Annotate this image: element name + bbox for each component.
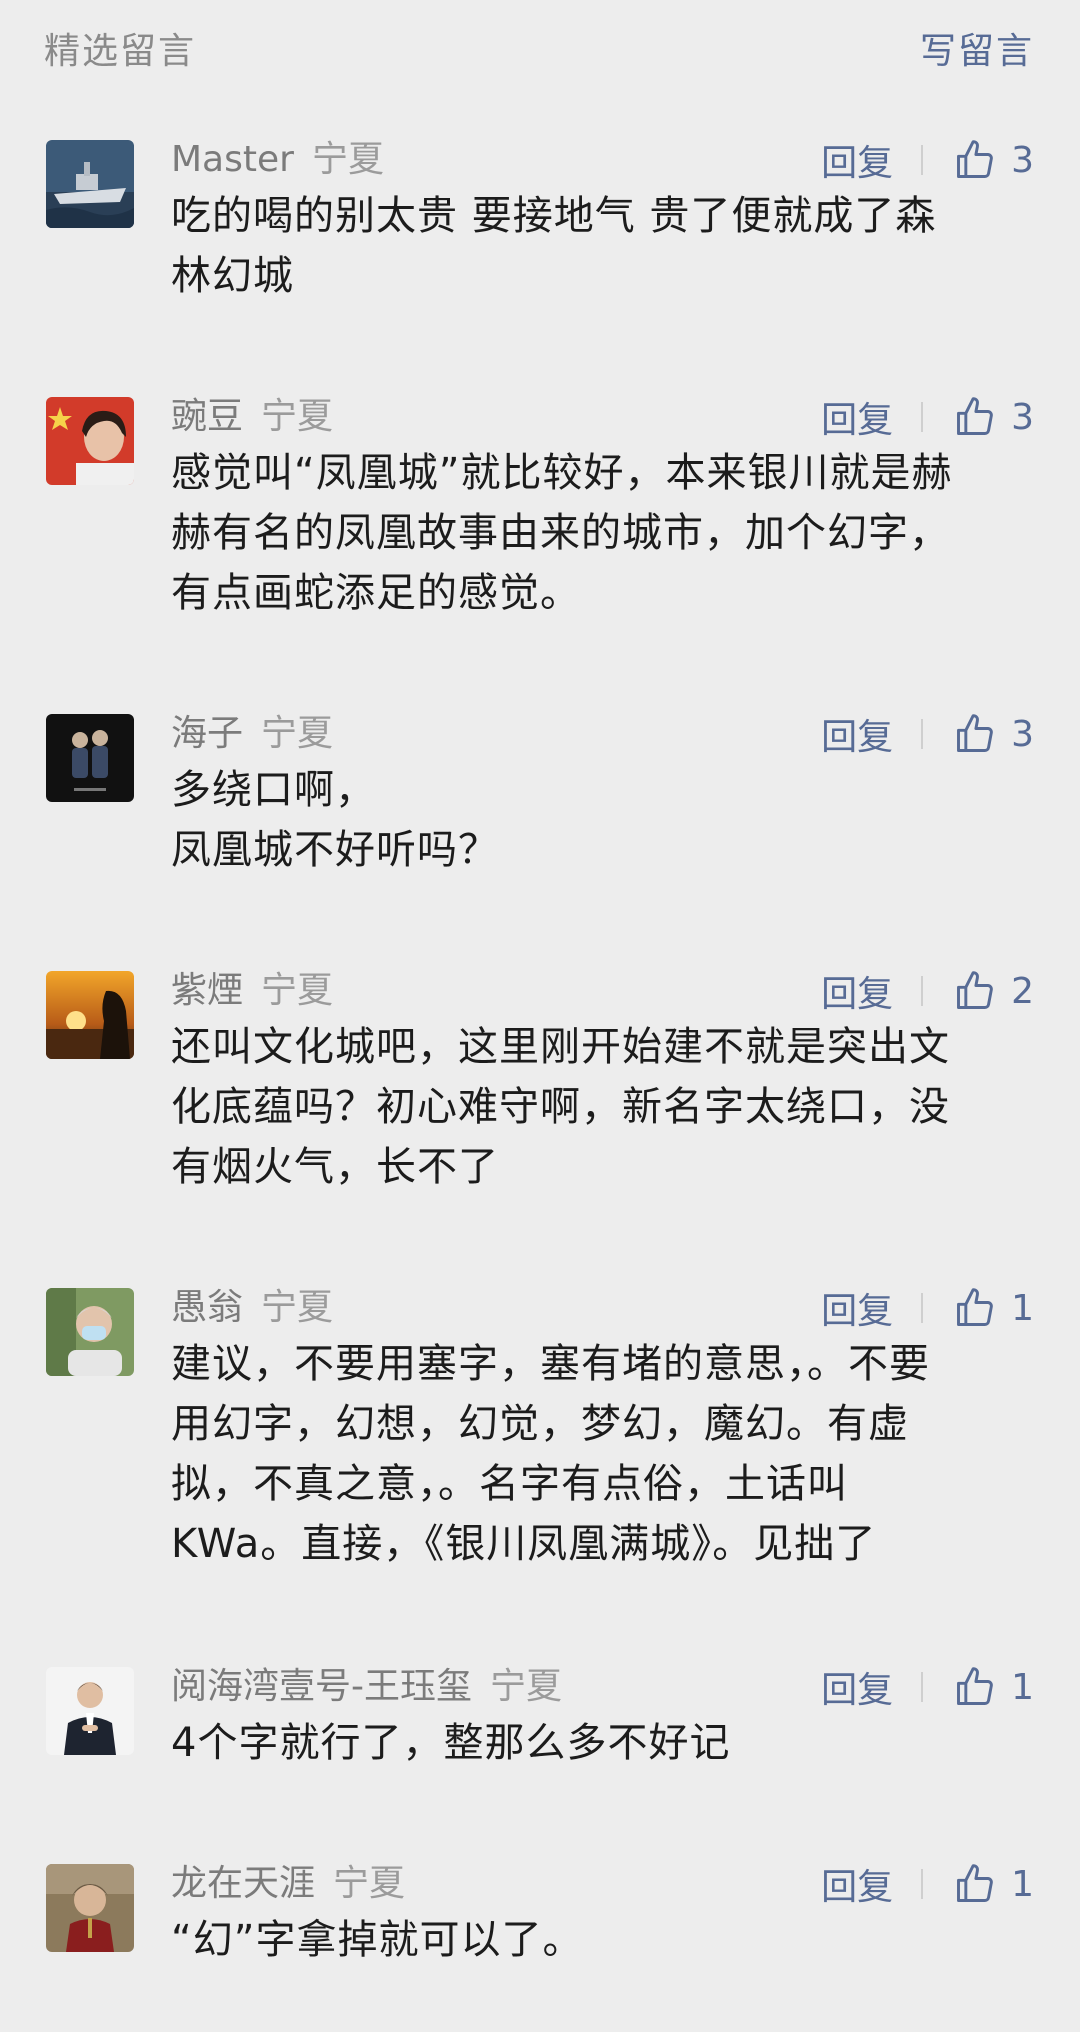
avatar-flag-portrait-image bbox=[46, 397, 134, 485]
like-button[interactable]: 2 bbox=[953, 969, 1034, 1013]
avatar[interactable] bbox=[46, 1864, 134, 1952]
avatar-two-figures-image bbox=[46, 714, 134, 802]
thumbs-up-icon bbox=[957, 397, 993, 435]
avatar[interactable] bbox=[46, 714, 134, 802]
comment-actions: 回复 3 bbox=[821, 134, 1034, 186]
avatar[interactable] bbox=[46, 971, 134, 1059]
like-count: 2 bbox=[1011, 970, 1034, 1012]
like-count: 1 bbox=[1011, 1287, 1034, 1329]
comment-location: 宁夏 bbox=[261, 713, 334, 754]
like-button[interactable]: 3 bbox=[953, 395, 1034, 439]
reply-button[interactable]: 回复 bbox=[821, 1858, 893, 1910]
avatar[interactable] bbox=[46, 397, 134, 485]
avatar[interactable] bbox=[46, 1288, 134, 1376]
comment-location: 宁夏 bbox=[311, 139, 384, 180]
comment-actions: 回复 3 bbox=[821, 391, 1034, 443]
comment-text: 多绕口啊， 凤凰城不好听吗？ bbox=[171, 767, 499, 873]
comment-actions: 回复 1 bbox=[821, 1282, 1034, 1334]
comment-actions: 回复 1 bbox=[821, 1661, 1034, 1713]
divider bbox=[921, 1869, 924, 1899]
avatar-warship-image bbox=[46, 140, 134, 228]
comment-author[interactable]: 龙在天涯 bbox=[171, 1863, 315, 1904]
reply-button[interactable]: 回复 bbox=[821, 965, 893, 1017]
like-button[interactable]: 3 bbox=[953, 712, 1034, 756]
reply-button[interactable]: 回复 bbox=[821, 134, 893, 186]
write-comment-button[interactable]: 写留言 bbox=[920, 22, 1034, 74]
avatar-elder-image bbox=[46, 1864, 134, 1952]
divider bbox=[921, 402, 924, 432]
divider bbox=[921, 976, 924, 1006]
like-count: 3 bbox=[1011, 139, 1034, 181]
divider bbox=[921, 719, 924, 749]
avatar[interactable] bbox=[46, 1667, 134, 1755]
like-button[interactable]: 1 bbox=[953, 1862, 1034, 1906]
thumbs-up-icon bbox=[957, 971, 993, 1009]
comment-meta: Master 宁夏 bbox=[171, 134, 384, 186]
comment-location: 宁夏 bbox=[333, 1863, 406, 1904]
comment-author[interactable]: 豌豆 bbox=[171, 396, 243, 437]
thumbs-up-icon bbox=[957, 140, 993, 178]
comment-author[interactable]: 阅海湾壹号-王珏玺 bbox=[171, 1666, 472, 1707]
avatar-businessman-image bbox=[46, 1667, 134, 1755]
thumbs-up-icon bbox=[957, 1667, 993, 1705]
like-count: 1 bbox=[1011, 1863, 1034, 1905]
thumbs-up-icon bbox=[957, 714, 993, 752]
comment-meta: 海子 宁夏 bbox=[171, 708, 333, 760]
thumbs-up-icon bbox=[957, 1288, 993, 1326]
comment-text: 感觉叫“凤凰城”就比较好，本来银川就是赫 赫有名的凤凰故事由来的城市，加个幻字，… bbox=[171, 450, 953, 616]
comment-location: 宁夏 bbox=[261, 1287, 334, 1328]
divider bbox=[921, 145, 924, 175]
like-count: 3 bbox=[1011, 396, 1034, 438]
comment-author[interactable]: Master bbox=[171, 139, 294, 180]
comments-header: 精选留言 写留言 bbox=[0, 0, 1080, 90]
thumbs-up-icon bbox=[957, 1864, 993, 1902]
reply-button[interactable]: 回复 bbox=[821, 1282, 893, 1334]
like-button[interactable]: 3 bbox=[953, 138, 1034, 182]
comment-location: 宁夏 bbox=[261, 970, 334, 1011]
reply-button[interactable]: 回复 bbox=[821, 391, 893, 443]
comment-location: 宁夏 bbox=[261, 396, 334, 437]
comment-text: 还叫文化城吧，这里刚开始建不就是突出文 化底蕴吗？初心难守啊，新名字太绕口，没 … bbox=[171, 1024, 950, 1190]
section-title: 精选留言 bbox=[44, 31, 197, 72]
comment-text: 建议，不要用塞字，塞有堵的意思，。不要 用幻字，幻想，幻觉，梦幻，魔幻。有虚 拟… bbox=[171, 1341, 930, 1567]
comment-author[interactable]: 海子 bbox=[171, 713, 243, 754]
comment-actions: 回复 2 bbox=[821, 965, 1034, 1017]
avatar[interactable] bbox=[46, 140, 134, 228]
reply-button[interactable]: 回复 bbox=[821, 1661, 893, 1713]
comment-text: 4个字就行了，整那么多不好记 bbox=[171, 1720, 731, 1766]
comment-meta: 紫煙 宁夏 bbox=[171, 965, 333, 1017]
comment-meta: 愚翁 宁夏 bbox=[171, 1282, 333, 1334]
comment-location: 宁夏 bbox=[490, 1666, 563, 1707]
comment-actions: 回复 3 bbox=[821, 708, 1034, 760]
comment-text: 吃的喝的别太贵 要接地气 贵了便就成了森 林幻城 bbox=[171, 193, 937, 299]
comment-meta: 豌豆 宁夏 bbox=[171, 391, 333, 443]
comment-text: “幻”字拿掉就可以了。 bbox=[171, 1917, 584, 1963]
avatar-masked-person-image bbox=[46, 1288, 134, 1376]
reply-button[interactable]: 回复 bbox=[821, 708, 893, 760]
like-button[interactable]: 1 bbox=[953, 1665, 1034, 1709]
comment-meta: 阅海湾壹号-王珏玺 宁夏 bbox=[171, 1661, 562, 1713]
like-button[interactable]: 1 bbox=[953, 1286, 1034, 1330]
comment-author[interactable]: 愚翁 bbox=[171, 1287, 243, 1328]
comment-author[interactable]: 紫煙 bbox=[171, 970, 243, 1011]
avatar-sunset-image bbox=[46, 971, 134, 1059]
like-count: 3 bbox=[1011, 713, 1034, 755]
divider bbox=[921, 1672, 924, 1702]
comment-meta: 龙在天涯 宁夏 bbox=[171, 1858, 405, 1910]
like-count: 1 bbox=[1011, 1666, 1034, 1708]
divider bbox=[921, 1293, 924, 1323]
comment-actions: 回复 1 bbox=[821, 1858, 1034, 1910]
